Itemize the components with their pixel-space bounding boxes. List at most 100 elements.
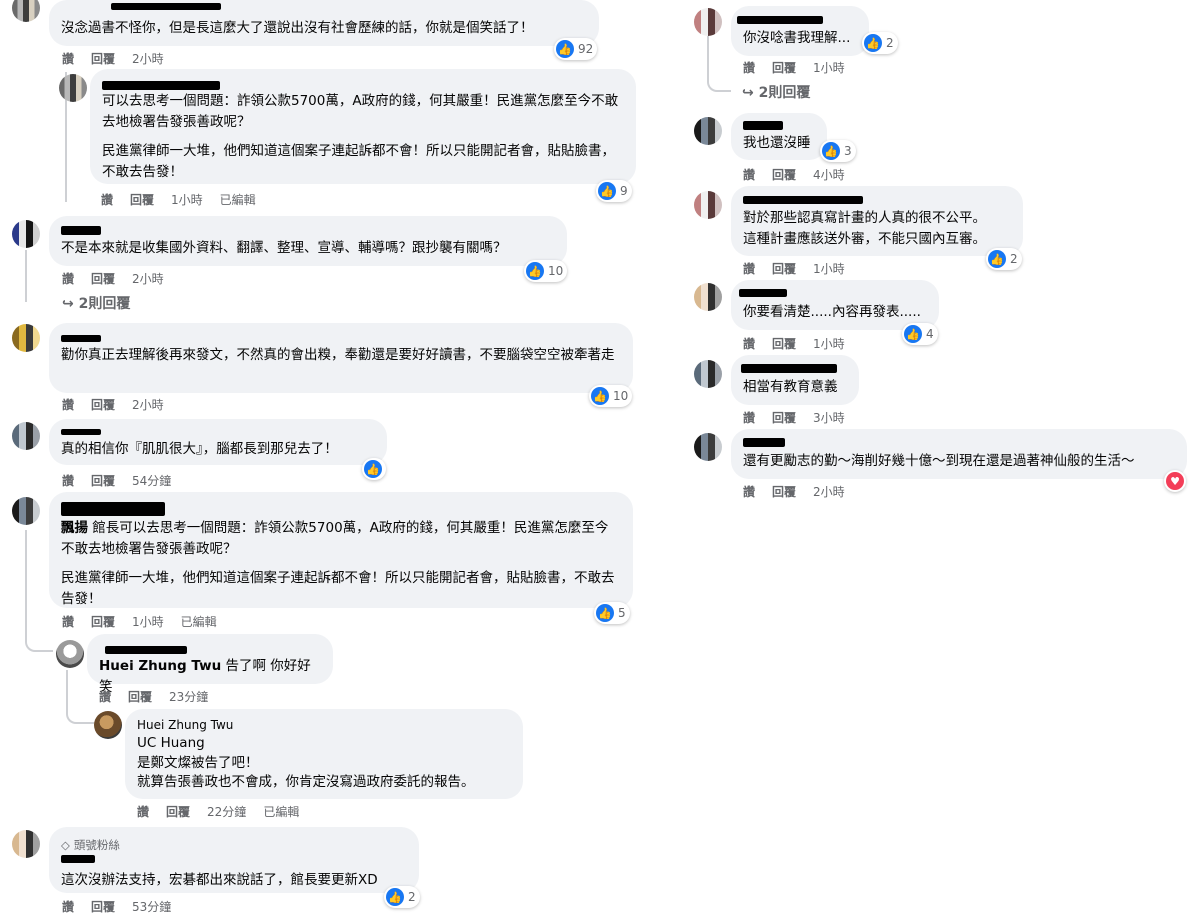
avatar[interactable] (12, 220, 40, 248)
timestamp[interactable]: 2小時 (132, 270, 164, 287)
timestamp[interactable]: 23分鐘 (169, 688, 208, 705)
commenter-name[interactable]: Huei Zhung Twu (137, 717, 511, 733)
mention-tag[interactable]: Huei Zhung Twu (99, 658, 221, 674)
like-button[interactable]: 讚 (62, 898, 74, 915)
reaction-count[interactable]: 👍 10 (589, 385, 633, 407)
reply-button[interactable]: 回覆 (91, 613, 115, 630)
like-button[interactable]: 讚 (62, 472, 74, 489)
thumbs-up-icon: 👍 (556, 40, 574, 58)
timestamp[interactable]: 1小時 (813, 335, 845, 352)
comment-text: 你要看清楚.....內容再發表..... (743, 304, 921, 320)
comment-text: 勸你真正去理解後再來發文，不然真的會出糗，奉勸還是要好好讀書，不要腦袋空空被牽著… (61, 347, 615, 363)
timestamp[interactable]: 2小時 (132, 396, 164, 413)
reply-button[interactable]: 回覆 (91, 396, 115, 413)
like-button[interactable]: 讚 (62, 50, 74, 67)
like-button[interactable]: 讚 (62, 613, 74, 630)
reply-button[interactable]: 回覆 (166, 803, 190, 820)
avatar[interactable] (694, 117, 722, 145)
reply-button[interactable]: 回覆 (130, 191, 154, 208)
avatar[interactable] (694, 283, 722, 311)
reply-button[interactable]: 回覆 (772, 59, 796, 76)
avatar[interactable] (12, 0, 40, 22)
comment-text: 你沒唸書我理解... (743, 30, 851, 46)
comment-actions: 讚 回覆 2小時 (62, 270, 164, 287)
reaction-count[interactable]: 👍 2 (862, 32, 898, 54)
reaction-count[interactable]: 👍 4 (902, 323, 938, 345)
comment-actions: 讚 回覆 1小時 (743, 335, 845, 352)
avatar[interactable] (12, 497, 40, 525)
reaction-count[interactable]: ♥ (1164, 470, 1186, 492)
comment-text: 不是本來就是收集國外資料、翻譯、整理、宣導、輔導嗎？跟抄襲有關嗎？ (61, 240, 507, 256)
like-button[interactable]: 讚 (743, 483, 755, 500)
avatar[interactable] (12, 324, 40, 352)
reply-button[interactable]: 回覆 (772, 335, 796, 352)
comment-bubble: 我也還沒睡 (731, 113, 827, 160)
reaction-count[interactable]: 👍 92 (554, 38, 598, 60)
comment-bubble: ◇ 頭號粉絲 這次沒辦法支持，宏碁都出來說話了，館長要更新XD (49, 827, 419, 893)
reaction-count[interactable]: 👍 2 (384, 886, 420, 908)
reaction-count[interactable]: 👍 (362, 458, 386, 480)
timestamp[interactable]: 54分鐘 (132, 472, 171, 489)
comment-bubble: 沒念過書不怪你，但是長這麼大了還說出沒有社會歷練的話，你就是個笑話了！ (49, 0, 599, 46)
reply-button[interactable]: 回覆 (772, 409, 796, 426)
redacted-name (743, 196, 863, 204)
view-replies-link[interactable]: ↪ 2則回覆 (62, 293, 130, 313)
timestamp[interactable]: 2小時 (132, 50, 164, 67)
avatar[interactable] (12, 830, 40, 858)
like-button[interactable]: 讚 (743, 409, 755, 426)
reply-button[interactable]: 回覆 (91, 898, 115, 915)
reply-button[interactable]: 回覆 (772, 483, 796, 500)
timestamp[interactable]: 22分鐘 (207, 803, 246, 820)
avatar[interactable] (56, 640, 84, 668)
like-button[interactable]: 讚 (137, 803, 149, 820)
mention-tag[interactable]: UC Huang (137, 733, 511, 754)
reply-button[interactable]: 回覆 (772, 260, 796, 277)
reply-button[interactable]: 回覆 (91, 270, 115, 287)
like-button[interactable]: 讚 (743, 59, 755, 76)
comment-actions: 讚 回覆 4小時 (743, 166, 845, 183)
reply-button[interactable]: 回覆 (91, 472, 115, 489)
reply-button[interactable]: 回覆 (772, 166, 796, 183)
reaction-count[interactable]: 👍 10 (524, 260, 568, 282)
mention-tag[interactable]: 飄揚 (61, 520, 88, 536)
comment-bubble: 相當有教育意義 (731, 355, 859, 405)
like-button[interactable]: 讚 (743, 166, 755, 183)
reaction-count[interactable]: 👍 5 (594, 602, 630, 624)
like-button[interactable]: 讚 (743, 335, 755, 352)
like-button[interactable]: 讚 (99, 688, 111, 705)
reply-button[interactable]: 回覆 (128, 688, 152, 705)
reaction-count[interactable]: 👍 9 (596, 180, 632, 202)
timestamp[interactable]: 53分鐘 (132, 898, 171, 915)
avatar[interactable] (694, 191, 722, 219)
reaction-count[interactable]: 👍 2 (986, 248, 1022, 270)
avatar[interactable] (694, 433, 722, 461)
comment-bubble: Huei Zhung Twu UC Huang 是鄭文燦被告了吧！ 就算告張善政… (125, 709, 523, 799)
reaction-count[interactable]: 👍 3 (820, 140, 856, 162)
view-replies-link[interactable]: ↪ 2則回覆 (742, 82, 810, 102)
timestamp[interactable]: 1小時 (132, 613, 164, 630)
avatar[interactable] (94, 711, 122, 739)
thumbs-up-icon: 👍 (596, 604, 614, 622)
comment-actions: 讚 回覆 23分鐘 (99, 688, 208, 705)
avatar[interactable] (12, 422, 40, 450)
redacted-name (61, 335, 101, 342)
timestamp[interactable]: 1小時 (171, 191, 203, 208)
avatar[interactable] (59, 74, 87, 102)
timestamp[interactable]: 2小時 (813, 483, 845, 500)
like-button[interactable]: 讚 (62, 396, 74, 413)
comment-text-line: 是鄭文燦被告了吧！ (137, 755, 259, 771)
like-button[interactable]: 讚 (743, 260, 755, 277)
like-button[interactable]: 讚 (101, 191, 113, 208)
reply-button[interactable]: 回覆 (91, 50, 115, 67)
avatar[interactable] (694, 8, 722, 36)
timestamp[interactable]: 1小時 (813, 260, 845, 277)
comment-text: 沒念過書不怪你，但是長這麼大了還說出沒有社會歷練的話，你就是個笑話了！ (61, 20, 534, 36)
timestamp[interactable]: 4小時 (813, 166, 845, 183)
like-button[interactable]: 讚 (62, 270, 74, 287)
timestamp[interactable]: 3小時 (813, 409, 845, 426)
comment-actions: 讚 回覆 2小時 (62, 50, 164, 67)
timestamp[interactable]: 1小時 (813, 59, 845, 76)
avatar[interactable] (694, 360, 722, 388)
thread-line (707, 36, 731, 92)
comment-text-paragraph: 飄揚 館長可以去思考一個問題：詐領公款5700萬，A政府的錢，何其嚴重！民進黨怎… (61, 520, 609, 557)
